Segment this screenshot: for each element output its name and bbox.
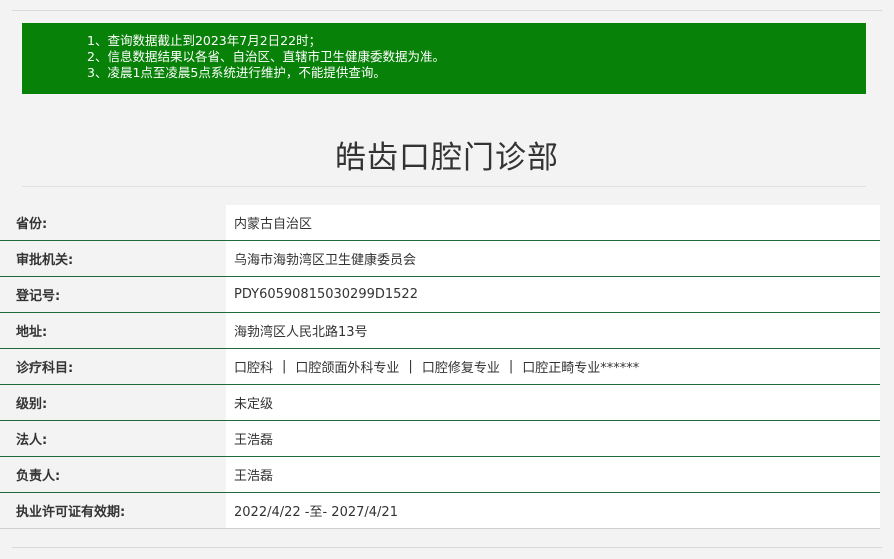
row-label: 执业许可证有效期: <box>16 505 126 520</box>
row-value: PDY60590815030299D1522 <box>226 277 880 312</box>
row-value: 乌海市海勃湾区卫生健康委员会 <box>226 241 880 276</box>
subject-item: 口腔修复专业 <box>421 361 500 376</box>
subject-item: 口腔科 <box>234 361 274 376</box>
subject-separator: | <box>408 359 413 374</box>
row-label: 法人: <box>16 433 48 448</box>
subject-separator: | <box>508 359 514 374</box>
row-label: 省份: <box>16 217 48 232</box>
row-label: 级别: <box>16 397 48 412</box>
row-legal-person: 法人: 王浩磊 <box>0 421 880 457</box>
row-value: 2022/4/22 -至- 2027/4/21 <box>226 493 880 528</box>
info-table: 省份: 内蒙古自治区 审批机关: 乌海市海勃湾区卫生健康委员会 登记号: PDY… <box>0 205 880 529</box>
row-province: 省份: 内蒙古自治区 <box>0 205 880 241</box>
row-value: 内蒙古自治区 <box>226 205 880 240</box>
row-value: 王浩磊 <box>226 457 880 492</box>
row-value: 王浩磊 <box>226 421 880 456</box>
row-license-validity: 执业许可证有效期: 2022/4/22 -至- 2027/4/21 <box>0 493 880 529</box>
notice-line-3: 3、凌晨1点至凌晨5点系统进行维护，不能提供查询。 <box>87 65 386 80</box>
subject-item: 口腔颌面外科专业 <box>295 361 400 376</box>
row-value: 海勃湾区人民北路13号 <box>226 313 880 348</box>
row-registration-no: 登记号: PDY60590815030299D1522 <box>0 277 880 313</box>
title-divider <box>22 186 866 187</box>
row-label: 地址: <box>16 325 48 340</box>
subject-separator: | <box>282 359 287 374</box>
row-label: 登记号: <box>16 289 61 304</box>
row-value: 口腔科 | 口腔颌面外科专业 | 口腔修复专业 | 口腔正畸专业****** <box>226 349 880 384</box>
notice-line-1: 1、查询数据截止到2023年7月2日22时； <box>87 33 322 48</box>
page-title: 皓齿口腔门诊部 <box>335 140 559 176</box>
row-label: 审批机关: <box>16 253 74 268</box>
row-subjects: 诊疗科目: 口腔科 | 口腔颌面外科专业 | 口腔修复专业 | 口腔正畸专业**… <box>0 349 880 385</box>
row-person-in-charge: 负责人: 王浩磊 <box>0 457 880 493</box>
row-label: 诊疗科目: <box>16 361 74 376</box>
notice-line-2: 2、信息数据结果以各省、自治区、直辖市卫生健康委数据为准。 <box>87 49 445 64</box>
top-divider <box>12 10 882 11</box>
subject-item: 口腔正畸专业****** <box>522 361 640 376</box>
row-value: 未定级 <box>226 385 880 420</box>
row-level: 级别: 未定级 <box>0 385 880 421</box>
row-label: 负责人: <box>16 469 61 484</box>
row-approval-authority: 审批机关: 乌海市海勃湾区卫生健康委员会 <box>0 241 880 277</box>
bottom-divider <box>12 547 882 548</box>
notice-banner: 1、查询数据截止到2023年7月2日22时； 2、信息数据结果以各省、自治区、直… <box>22 23 866 94</box>
row-address: 地址: 海勃湾区人民北路13号 <box>0 313 880 349</box>
